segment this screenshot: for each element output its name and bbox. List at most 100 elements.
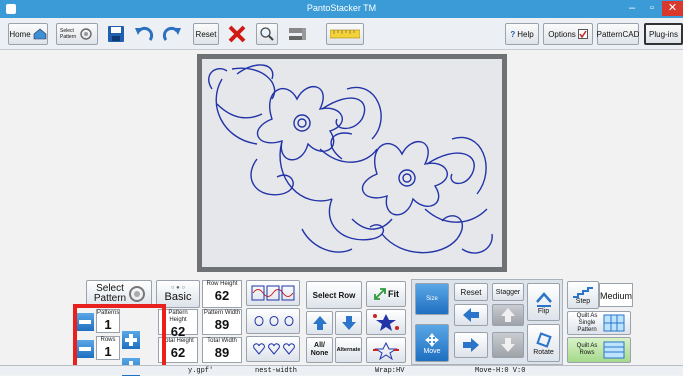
quilt-rows-label: Quilt As Rows (576, 343, 598, 356)
status-move: Move-H:0 V:0 (475, 367, 526, 375)
options-button[interactable]: Options (543, 23, 593, 45)
row-height-field[interactable]: Row Height 62 (202, 280, 242, 308)
reset-transform-button[interactable]: Reset (454, 283, 488, 301)
save-button[interactable] (104, 23, 128, 45)
quilt-rows-button[interactable]: Quilt As Rows (567, 337, 631, 363)
grid-layout-icon (254, 316, 294, 326)
floppy-disk-icon (108, 26, 124, 42)
stagger-button[interactable]: Stagger (492, 283, 524, 301)
row-up-button[interactable] (306, 311, 333, 335)
quilt-single-label: Quilt As Single Pattern (576, 312, 598, 333)
question-icon: ? (510, 29, 516, 39)
pantograph-pattern (208, 64, 493, 254)
heart-layout-icon (253, 343, 295, 355)
step-label: Step (575, 297, 591, 305)
status-mode: nest-width (255, 367, 298, 375)
nest-button[interactable] (366, 309, 406, 335)
layout-heart-button[interactable] (246, 336, 300, 362)
control-panel: Select Pattern ○ ● ○ Basic Row Height 62… (76, 277, 633, 376)
step-size-select[interactable]: Medium (599, 283, 633, 307)
ruler-button[interactable] (326, 23, 364, 45)
redo-icon (162, 26, 181, 41)
arrow-down-icon (341, 316, 356, 330)
row-height-value: 62 (214, 288, 230, 303)
spread-star-icon (373, 341, 399, 360)
spread-button[interactable] (366, 337, 406, 363)
pattern-canvas[interactable] (197, 54, 507, 272)
all-none-button[interactable]: All/ None (306, 337, 333, 363)
plugins-label: Plug-ins (649, 29, 678, 39)
plugins-button[interactable]: Plug-ins (644, 23, 683, 45)
move-right-button[interactable] (454, 332, 488, 358)
house-icon (33, 28, 46, 40)
basic-label: Basic (164, 291, 192, 303)
alternate-button[interactable]: Alternate (335, 337, 362, 363)
arrow-left-icon (463, 308, 479, 322)
zoom-button[interactable] (256, 23, 278, 45)
sewing-machine-icon (289, 28, 306, 40)
flip-label: Flip (537, 307, 550, 315)
move-left-button[interactable] (454, 304, 488, 326)
delete-button[interactable] (224, 23, 250, 45)
layout-grid-button[interactable] (246, 308, 300, 334)
flip-icon (535, 291, 552, 307)
status-bar: y.gpf' nest-width Wrap:HV Move-H:0 V:0 (0, 365, 683, 375)
window-title: PantoStacker TM (306, 3, 377, 13)
quilt-grid-icon (603, 314, 625, 332)
pattern-width-field[interactable]: Pattern Width 89 (202, 309, 242, 335)
quilt-single-button[interactable]: Quilt As Single Pattern (567, 311, 631, 335)
pattern-width-value: 89 (214, 317, 230, 332)
fit-button[interactable]: Fit (366, 281, 406, 307)
select-pattern-toolbar-button[interactable]: Select Pattern (56, 23, 98, 45)
help-button[interactable]: ? Help (505, 23, 539, 45)
fit-arrows-icon (374, 288, 386, 300)
row-layout-icon (251, 285, 295, 301)
status-wrap: Wrap:HV (375, 367, 405, 375)
toolbar: Home Select Pattern Reset ? Help Options… (0, 18, 683, 50)
total-width-value: 89 (214, 345, 230, 360)
redo-button[interactable] (160, 23, 184, 45)
total-width-label: Total Width (207, 338, 237, 344)
home-label: Home (9, 29, 31, 39)
arrow-up-icon (312, 316, 327, 330)
patterncad-button[interactable]: PatternCAD (597, 23, 639, 45)
minimize-button[interactable]: – (622, 1, 642, 16)
pattern-icon (80, 28, 92, 40)
rotate-button[interactable]: Rotate (527, 324, 560, 362)
ruler-icon (330, 29, 360, 39)
pattern-width-label: Pattern Width (203, 310, 241, 316)
rotate-icon (535, 331, 552, 348)
undo-icon (135, 26, 154, 41)
checkbox-icon (577, 29, 588, 39)
size-label: Size (426, 296, 438, 302)
rotate-label: Rotate (533, 348, 554, 356)
reset-toolbar-button[interactable]: Reset (193, 23, 219, 45)
arrow-up-gray-icon (501, 308, 515, 322)
size-button[interactable]: Size (415, 283, 449, 315)
arrow-down-gray-icon (501, 338, 515, 352)
export-button[interactable] (284, 23, 312, 45)
patterns-rows-highlight (73, 304, 166, 370)
select-pattern-toolbar-label: Select Pattern (60, 28, 77, 40)
title-bar: PantoStacker TM – ▫ ✕ (0, 0, 683, 18)
flip-button[interactable]: Flip (527, 283, 560, 321)
select-row-button[interactable]: Select Row (306, 281, 362, 309)
layout-row-button[interactable] (246, 280, 300, 306)
move-down-button[interactable] (492, 332, 524, 358)
row-height-label: Row Height (206, 281, 238, 287)
close-window-button[interactable]: ✕ (662, 1, 683, 16)
arrow-right-icon (463, 338, 479, 352)
step-button[interactable]: Step (567, 281, 599, 309)
select-pattern-label: Select Pattern (93, 283, 127, 304)
total-width-field[interactable]: Total Width 89 (202, 337, 242, 363)
home-button[interactable]: Home (8, 23, 48, 45)
move-up-button[interactable] (492, 304, 524, 326)
fit-label: Fit (388, 289, 399, 299)
nest-star-icon (373, 314, 399, 331)
magnifier-icon (260, 27, 274, 41)
undo-button[interactable] (132, 23, 156, 45)
row-down-button[interactable] (335, 311, 362, 335)
restore-button[interactable]: ▫ (642, 1, 662, 16)
red-x-icon (228, 25, 246, 43)
move-button[interactable]: Move (415, 324, 449, 362)
